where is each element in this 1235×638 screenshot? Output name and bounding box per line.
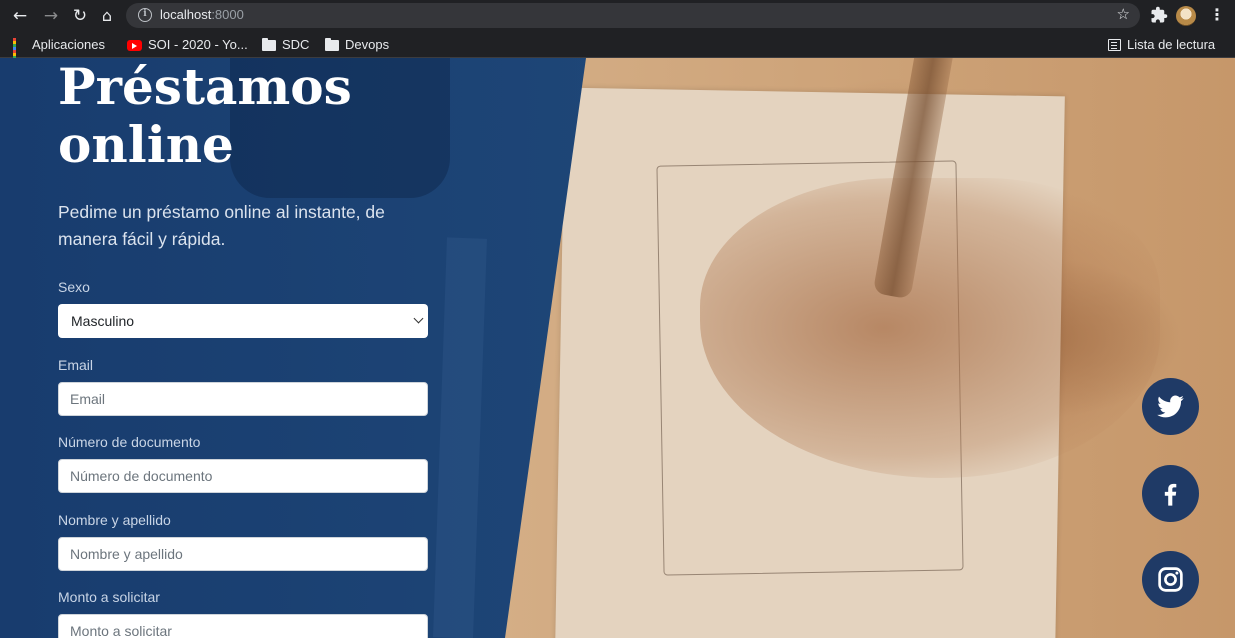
chevron-down-icon (413, 313, 424, 324)
sexo-selected-value: Masculino (71, 313, 135, 329)
profile-avatar[interactable] (1176, 6, 1196, 26)
extensions-icon[interactable] (1150, 6, 1168, 24)
bookmark-folder-devops[interactable]: Devops (325, 37, 389, 53)
twitter-icon (1157, 395, 1184, 418)
instagram-icon (1158, 567, 1183, 592)
reading-list-button[interactable]: Lista de lectura (1108, 37, 1215, 53)
monto-field[interactable] (58, 614, 428, 638)
documento-field[interactable] (58, 459, 428, 493)
apps-grid-icon (13, 38, 26, 65)
back-icon[interactable]: ← (9, 5, 31, 27)
overlay-shade-strip (433, 237, 487, 638)
folder-icon (262, 38, 276, 51)
chrome-menu-icon[interactable]: ⋮ (1209, 5, 1225, 24)
email-field[interactable] (58, 382, 428, 416)
youtube-icon (127, 40, 142, 51)
page-viewport: Préstamos online Pedime un préstamo onli… (0, 58, 1235, 638)
bookmark-apps[interactable]: Aplicaciones (13, 37, 105, 65)
bookmark-youtube[interactable]: SOI - 2020 - Yo... (127, 37, 248, 53)
instagram-button[interactable] (1142, 551, 1199, 608)
bookmark-folder-sdc[interactable]: SDC (262, 37, 309, 53)
page-title: Préstamos online (58, 58, 352, 174)
site-info-icon[interactable]: i (138, 8, 152, 22)
folder-icon (325, 38, 339, 51)
nombre-label: Nombre y apellido (58, 512, 171, 528)
email-label: Email (58, 357, 94, 373)
title-line-2: online (58, 115, 234, 174)
reload-icon[interactable]: ↻ (69, 5, 91, 27)
reading-list-icon (1108, 39, 1121, 51)
twitter-button[interactable] (1142, 378, 1199, 435)
bookmark-star-icon[interactable]: ☆ (1117, 5, 1130, 23)
facebook-icon (1164, 483, 1177, 506)
forward-icon[interactable]: → (40, 5, 62, 27)
title-line-1: Préstamos (58, 58, 352, 116)
page-subtitle: Pedime un préstamo online al instante, d… (58, 202, 385, 249)
nombre-field[interactable] (58, 537, 428, 571)
url-text: localhost:8000 (160, 7, 244, 22)
home-icon[interactable]: ⌂ (96, 5, 118, 27)
browser-toolbar: ← → ↻ ⌂ i localhost:8000 ☆ ⋮ (0, 0, 1235, 32)
sexo-select[interactable]: Masculino (58, 304, 428, 338)
sexo-label: Sexo (58, 279, 90, 295)
bookmarks-bar: Aplicaciones SOI - 2020 - Yo... SDC Devo… (0, 32, 1235, 65)
address-bar[interactable]: i localhost:8000 ☆ (126, 3, 1140, 28)
documento-label: Número de documento (58, 434, 201, 450)
monto-label: Monto a solicitar (58, 589, 160, 605)
facebook-button[interactable] (1142, 465, 1199, 522)
